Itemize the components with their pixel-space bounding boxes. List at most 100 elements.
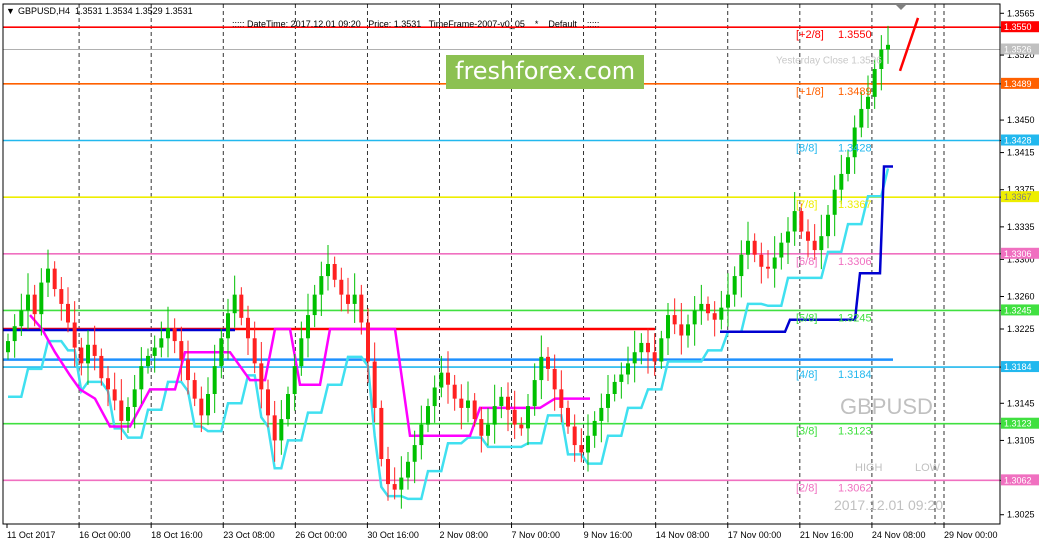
level-tag: [5/8] [796, 312, 817, 324]
header-dropdown-icon[interactable]: ▼ [6, 6, 15, 16]
x-tick-label: 21 Nov 16:00 [800, 530, 854, 540]
x-tick-label: 30 Oct 16:00 [367, 530, 419, 540]
level-value: 1.3245 [838, 312, 872, 324]
x-tick-label: 26 Oct 00:00 [295, 530, 347, 540]
candle-body [132, 389, 137, 407]
level-price-box-label: 1.3062 [1004, 475, 1032, 485]
y-tick-label: 1.3335 [1007, 222, 1035, 232]
level-price-box-label: 1.3428 [1004, 136, 1032, 146]
candle-body [559, 389, 564, 408]
x-tick-label: 11 Oct 2017 [7, 530, 55, 540]
level-tag: [3/8] [796, 426, 817, 438]
candle-body [786, 231, 790, 243]
candle-body [286, 394, 290, 420]
symbol-header: GBPUSD,H4 1.3531 1.3534 1.3529 1.3531 [18, 6, 193, 16]
level-value: 1.3062 [838, 482, 872, 494]
candle-body [272, 415, 277, 441]
level-value: 1.3428 [838, 143, 872, 155]
candle-body [712, 313, 717, 320]
candle-body [179, 341, 184, 360]
x-tick-label: 29 Nov 00:00 [944, 530, 998, 540]
level-price-box-label: 1.3123 [1004, 419, 1032, 429]
candle-body [526, 406, 530, 429]
x-tick-label: 14 Nov 08:00 [656, 530, 710, 540]
candle-body [632, 352, 637, 364]
candle-body [592, 420, 597, 436]
candle-body [799, 211, 804, 232]
candle-body [472, 400, 477, 420]
candle-body [232, 294, 237, 314]
candle-body [739, 254, 744, 277]
level-tag: [+2/8] [796, 29, 824, 41]
candle-body [719, 307, 724, 320]
y-tick-label: 1.3450 [1007, 115, 1035, 125]
level-tag: [4/8] [796, 369, 817, 381]
candle-body [466, 400, 470, 408]
candle-body [426, 406, 430, 425]
candle-body [846, 157, 850, 174]
candle-body [446, 372, 450, 385]
candle-body [12, 326, 17, 342]
candle-body [492, 406, 497, 425]
candle-body [692, 310, 697, 325]
candle-body [166, 328, 170, 339]
candle-body [439, 372, 444, 388]
candle-body [512, 409, 517, 425]
candle-body [86, 344, 90, 364]
candle-body [292, 366, 297, 394]
level-value: 1.3367 [838, 199, 872, 211]
level-price-box-label: 1.3184 [1004, 362, 1032, 372]
candle-body [772, 257, 777, 269]
level-value: 1.3489 [838, 86, 872, 98]
candle-body [519, 424, 524, 429]
candle-body [332, 264, 337, 280]
level-value: 1.3123 [838, 426, 872, 438]
candle-body [499, 396, 504, 407]
candle-body [72, 322, 77, 348]
candle-body [359, 294, 364, 323]
candle-body [172, 328, 177, 342]
yesterday-close-label: Yesterday Close 1.3526 [776, 56, 882, 67]
candle-body [732, 276, 737, 295]
level-tag: [2/8] [796, 482, 817, 494]
x-tick-label: 24 Nov 08:00 [872, 530, 926, 540]
candle-body [726, 294, 730, 308]
candle-body [572, 426, 577, 446]
candle-body [432, 387, 437, 407]
y-tick-label: 1.3225 [1007, 324, 1035, 334]
candle-body [106, 378, 110, 390]
candle-body [26, 294, 30, 311]
candle-body [126, 407, 130, 421]
watermark-logo: freshforex.com [446, 55, 645, 89]
candle-body [532, 380, 537, 407]
x-tick-label: 9 Nov 16:00 [584, 530, 633, 540]
x-tick-label: 17 Nov 00:00 [728, 530, 782, 540]
symbol-watermark: GBPUSD [840, 394, 933, 419]
candle-body [152, 347, 157, 356]
candle-body [639, 342, 644, 353]
low-label: LOW [915, 462, 941, 474]
x-tick-label: 23 Oct 08:00 [223, 530, 275, 540]
candle-body [552, 368, 557, 390]
candle-body [419, 424, 424, 446]
candle-body [886, 44, 890, 50]
candle-body [759, 254, 764, 267]
candle-body [546, 356, 550, 369]
y-tick-label: 1.3565 [1007, 8, 1035, 18]
candle-body [832, 189, 837, 215]
level-value: 1.3550 [838, 29, 872, 41]
candle-body [206, 394, 210, 416]
candle-body [379, 407, 384, 459]
candle-body [486, 424, 490, 436]
candle-body [586, 435, 590, 453]
candle-body [599, 407, 604, 421]
candle-body [866, 96, 870, 109]
x-tick-label: 7 Nov 00:00 [512, 530, 561, 540]
candle-body [619, 374, 624, 382]
y-tick-label: 1.3145 [1007, 398, 1035, 408]
candle-body [699, 303, 704, 311]
candle-body [352, 294, 357, 304]
candle-body [226, 313, 230, 339]
level-tag: [8/8] [796, 143, 817, 155]
level-tag: [6/8] [796, 256, 817, 268]
